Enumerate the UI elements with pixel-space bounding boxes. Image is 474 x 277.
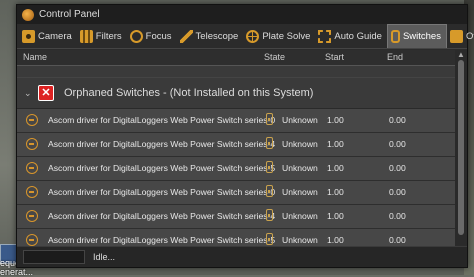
switch-state: Unknown (282, 187, 318, 197)
tab-label: Auto Guide (334, 30, 382, 42)
table-row[interactable]: Ascom driver for DigitalLoggers Web Powe… (17, 157, 455, 181)
remove-icon[interactable] (26, 234, 38, 246)
switch-end: 0.00 (389, 163, 406, 173)
window-title: Control Panel (39, 9, 100, 20)
switch-name: Ascom driver for DigitalLoggers Web Powe… (48, 187, 276, 197)
remove-icon[interactable] (26, 162, 38, 174)
status-text: Idle... (93, 252, 116, 262)
desktop-label-2[interactable]: enerat... (0, 267, 33, 277)
tab-label: Plate Solve (262, 30, 311, 42)
other-icon (449, 29, 463, 43)
remove-icon[interactable] (26, 138, 38, 150)
control-panel-window: Control Panel Camera Filters Focus Teles… (16, 4, 474, 268)
scrollbar-thumb[interactable] (458, 60, 464, 235)
status-bar: Idle... (17, 246, 467, 267)
switch-state-icon (266, 233, 273, 245)
column-header-end[interactable]: End (387, 52, 403, 62)
telescope-icon (179, 29, 193, 43)
focus-icon (129, 29, 143, 43)
switch-name: Ascom driver for DigitalLoggers Web Powe… (48, 211, 276, 221)
tab-other[interactable]: Other (447, 24, 474, 48)
switches-table: Name State Start End ⌄ ✕ Orphaned Switch… (17, 50, 455, 253)
column-header-state[interactable]: State (264, 52, 285, 62)
scroll-up-icon[interactable]: ▲ (457, 50, 465, 59)
switch-start: 1.00 (327, 163, 344, 173)
camera-icon (22, 29, 35, 43)
remove-icon[interactable] (26, 114, 38, 126)
tab-auto-guide[interactable]: Auto Guide (315, 24, 387, 48)
table-spacer (17, 66, 455, 78)
orphaned-group-header[interactable]: ⌄ ✕ Orphaned Switches - (Not Installed o… (17, 78, 455, 109)
tab-label: Camera (38, 30, 72, 42)
tab-telescope[interactable]: Telescope (177, 24, 244, 48)
filter-wheel-icon (79, 29, 93, 43)
switch-start: 1.00 (327, 115, 344, 125)
tab-filters[interactable]: Filters (77, 24, 127, 48)
switch-name: Ascom driver for DigitalLoggers Web Powe… (48, 115, 276, 125)
switch-name: Ascom driver for DigitalLoggers Web Powe… (48, 139, 276, 149)
remove-icon[interactable] (26, 186, 38, 198)
switch-start: 1.00 (327, 235, 344, 245)
switch-state: Unknown (282, 139, 318, 149)
remove-icon[interactable] (26, 210, 38, 222)
switch-end: 0.00 (389, 115, 406, 125)
auto-guide-icon (318, 29, 332, 43)
table-row[interactable]: Ascom driver for DigitalLoggers Web Powe… (17, 181, 455, 205)
status-progress-box (23, 250, 85, 264)
tab-label: Focus (145, 30, 172, 42)
app-logo-icon (22, 8, 34, 21)
column-header-name[interactable]: Name (23, 52, 47, 62)
table-row[interactable]: Ascom driver for DigitalLoggers Web Powe… (17, 109, 455, 133)
tab-plate-solve[interactable]: Plate Solve (243, 24, 315, 48)
switch-state-icon (266, 185, 273, 197)
table-header: Name State Start End (17, 50, 455, 66)
switch-state-icon (266, 137, 273, 149)
chevron-down-icon[interactable]: ⌄ (24, 88, 34, 99)
tab-label: Switches (402, 31, 441, 42)
tab-label: Filters (95, 30, 122, 42)
switch-icon (390, 30, 400, 43)
switch-state-icon (266, 113, 273, 125)
switch-state: Unknown (282, 211, 318, 221)
tab-label: Telescope (195, 30, 239, 42)
tab-bar: Camera Filters Focus Telescope Plate Sol… (17, 24, 474, 49)
table-row[interactable]: Ascom driver for DigitalLoggers Web Powe… (17, 205, 455, 229)
column-header-start[interactable]: Start (325, 52, 344, 62)
switch-state: Unknown (282, 115, 318, 125)
switch-end: 0.00 (389, 235, 406, 245)
switch-name: Ascom driver for DigitalLoggers Web Powe… (48, 235, 276, 245)
switch-state-icon (266, 161, 273, 173)
switch-end: 0.00 (389, 139, 406, 149)
tab-focus[interactable]: Focus (127, 24, 177, 48)
plate-solve-icon (246, 29, 260, 43)
switch-start: 1.00 (327, 139, 344, 149)
switch-start: 1.00 (327, 187, 344, 197)
tab-camera[interactable]: Camera (19, 24, 77, 48)
switch-end: 0.00 (389, 187, 406, 197)
tab-label: Other (465, 30, 474, 42)
table-row[interactable]: Ascom driver for DigitalLoggers Web Powe… (17, 133, 455, 157)
group-title: Orphaned Switches - (Not Installed on th… (64, 87, 314, 99)
title-bar[interactable]: Control Panel (17, 5, 467, 24)
error-x-icon: ✕ (38, 85, 54, 101)
switch-end: 0.00 (389, 211, 406, 221)
switch-state: Unknown (282, 235, 318, 245)
switch-state-icon (266, 209, 273, 221)
tab-switches[interactable]: Switches (386, 24, 447, 48)
switch-name: Ascom driver for DigitalLoggers Web Powe… (48, 163, 276, 173)
vertical-scrollbar[interactable]: ▲ (455, 50, 467, 245)
switch-state: Unknown (282, 163, 318, 173)
switch-start: 1.00 (327, 211, 344, 221)
